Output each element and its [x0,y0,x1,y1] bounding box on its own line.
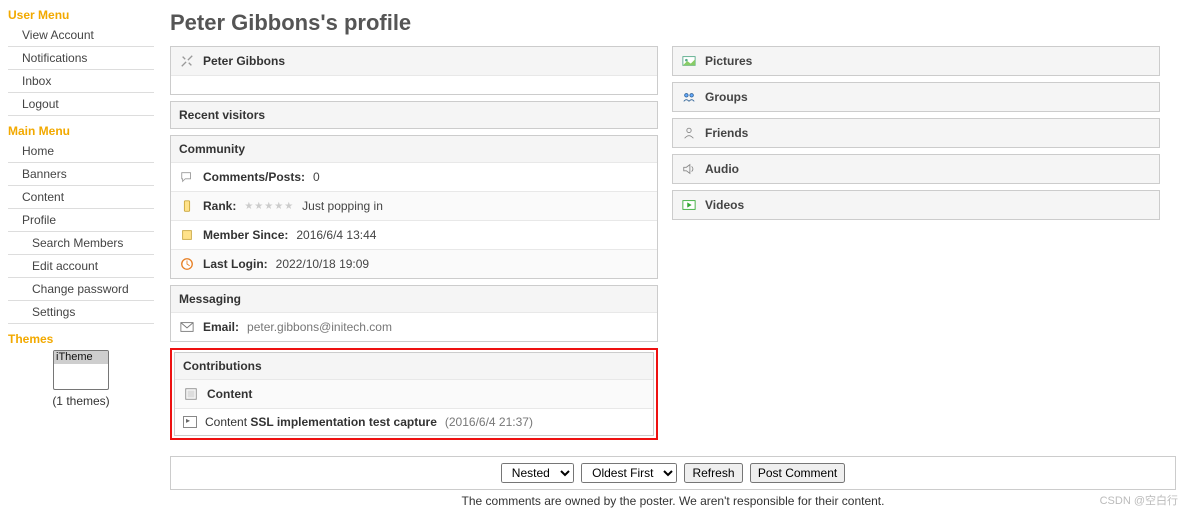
clock-icon [179,256,195,272]
name-panel-body [171,76,657,94]
messaging-panel: Messaging Email: peter.gibbons@initech.c… [170,285,658,342]
main-menu-title: Main Menu [8,124,154,138]
user-menu-list: View Account Notifications Inbox Logout [8,24,154,116]
audio-link[interactable]: Audio [705,162,739,176]
community-header: Community [171,136,657,163]
main-content: Peter Gibbons's profile Peter Gibbons Re… [160,0,1184,516]
watermark: CSDN @空白行 [1100,492,1178,508]
comments-toolbar: Nested Oldest First Refresh Post Comment [170,456,1176,490]
community-panel: Community Comments/Posts: 0 Rank: ★★★ [170,135,658,279]
audio-icon [681,161,697,177]
contribution-link[interactable]: Content SSL implementation test capture [205,415,437,429]
last-login-value: 2022/10/18 19:09 [276,257,369,271]
post-comment-button[interactable]: Post Comment [750,463,845,483]
groups-icon [681,89,697,105]
comments-value: 0 [313,170,320,184]
contributions-header: Contributions [175,353,653,380]
envelope-icon [179,319,195,335]
menu-logout[interactable]: Logout [8,93,154,116]
contributions-highlight: Contributions Content Content SSL implem… [170,348,658,440]
rank-label: Rank: [203,199,236,213]
pictures-panel: Pictures [672,46,1160,76]
profile-right-column: Pictures Groups Friends Audio Videos [672,46,1160,226]
user-menu-title: User Menu [8,8,154,22]
themes-select[interactable]: iTheme [53,350,109,390]
comments-label: Comments/Posts: [203,170,305,184]
videos-link[interactable]: Videos [705,198,744,212]
videos-icon [681,197,697,213]
pictures-icon [681,53,697,69]
member-since-icon [179,227,195,243]
themes-count: (1 themes) [8,394,154,408]
comments-icon [179,169,195,185]
tools-icon [179,53,195,69]
menu-banners[interactable]: Banners [8,163,154,186]
member-since-value: 2016/6/4 13:44 [296,228,376,242]
audio-panel: Audio [672,154,1160,184]
view-mode-select[interactable]: Nested [501,463,574,483]
menu-notifications[interactable]: Notifications [8,47,154,70]
messaging-header: Messaging [171,286,657,313]
rank-icon [179,198,195,214]
menu-inbox[interactable]: Inbox [8,70,154,93]
menu-home[interactable]: Home [8,140,154,163]
content-icon [183,386,199,402]
rank-text: Just popping in [302,199,383,213]
menu-edit-account[interactable]: Edit account [8,255,154,278]
menu-profile[interactable]: Profile [8,209,154,232]
themes-box: iTheme (1 themes) [8,350,154,408]
sidebar: User Menu View Account Notifications Inb… [0,0,160,516]
page-title: Peter Gibbons's profile [170,10,1176,36]
profile-left-column: Peter Gibbons Recent visitors Community … [170,46,658,448]
theme-option: iTheme [54,351,108,364]
contribution-date: (2016/6/4 21:37) [445,415,533,429]
recent-visitors-header: Recent visitors [171,102,657,128]
email-value[interactable]: peter.gibbons@initech.com [247,320,392,334]
menu-view-account[interactable]: View Account [8,24,154,47]
recent-visitors-panel: Recent visitors [170,101,658,129]
menu-content[interactable]: Content [8,186,154,209]
rank-stars: ★★★★★ [244,201,294,212]
sort-mode-select[interactable]: Oldest First [581,463,677,483]
profile-name: Peter Gibbons [203,54,285,68]
last-login-label: Last Login: [203,257,268,271]
pictures-link[interactable]: Pictures [705,54,752,68]
broken-image-icon [183,416,197,428]
menu-search-members[interactable]: Search Members [8,232,154,255]
main-menu-list: Home Banners Content Profile Search Memb… [8,140,154,324]
comments-disclaimer: The comments are owned by the poster. We… [170,494,1176,508]
content-subheader: Content [207,387,252,401]
videos-panel: Videos [672,190,1160,220]
groups-panel: Groups [672,82,1160,112]
name-panel: Peter Gibbons [170,46,658,95]
contributions-panel: Contributions Content Content SSL implem… [174,352,654,436]
groups-link[interactable]: Groups [705,90,748,104]
themes-title: Themes [8,332,154,346]
friends-panel: Friends [672,118,1160,148]
menu-change-password[interactable]: Change password [8,278,154,301]
refresh-button[interactable]: Refresh [684,463,742,483]
member-since-label: Member Since: [203,228,288,242]
email-label: Email: [203,320,239,334]
friends-icon [681,125,697,141]
menu-settings[interactable]: Settings [8,301,154,324]
friends-link[interactable]: Friends [705,126,748,140]
